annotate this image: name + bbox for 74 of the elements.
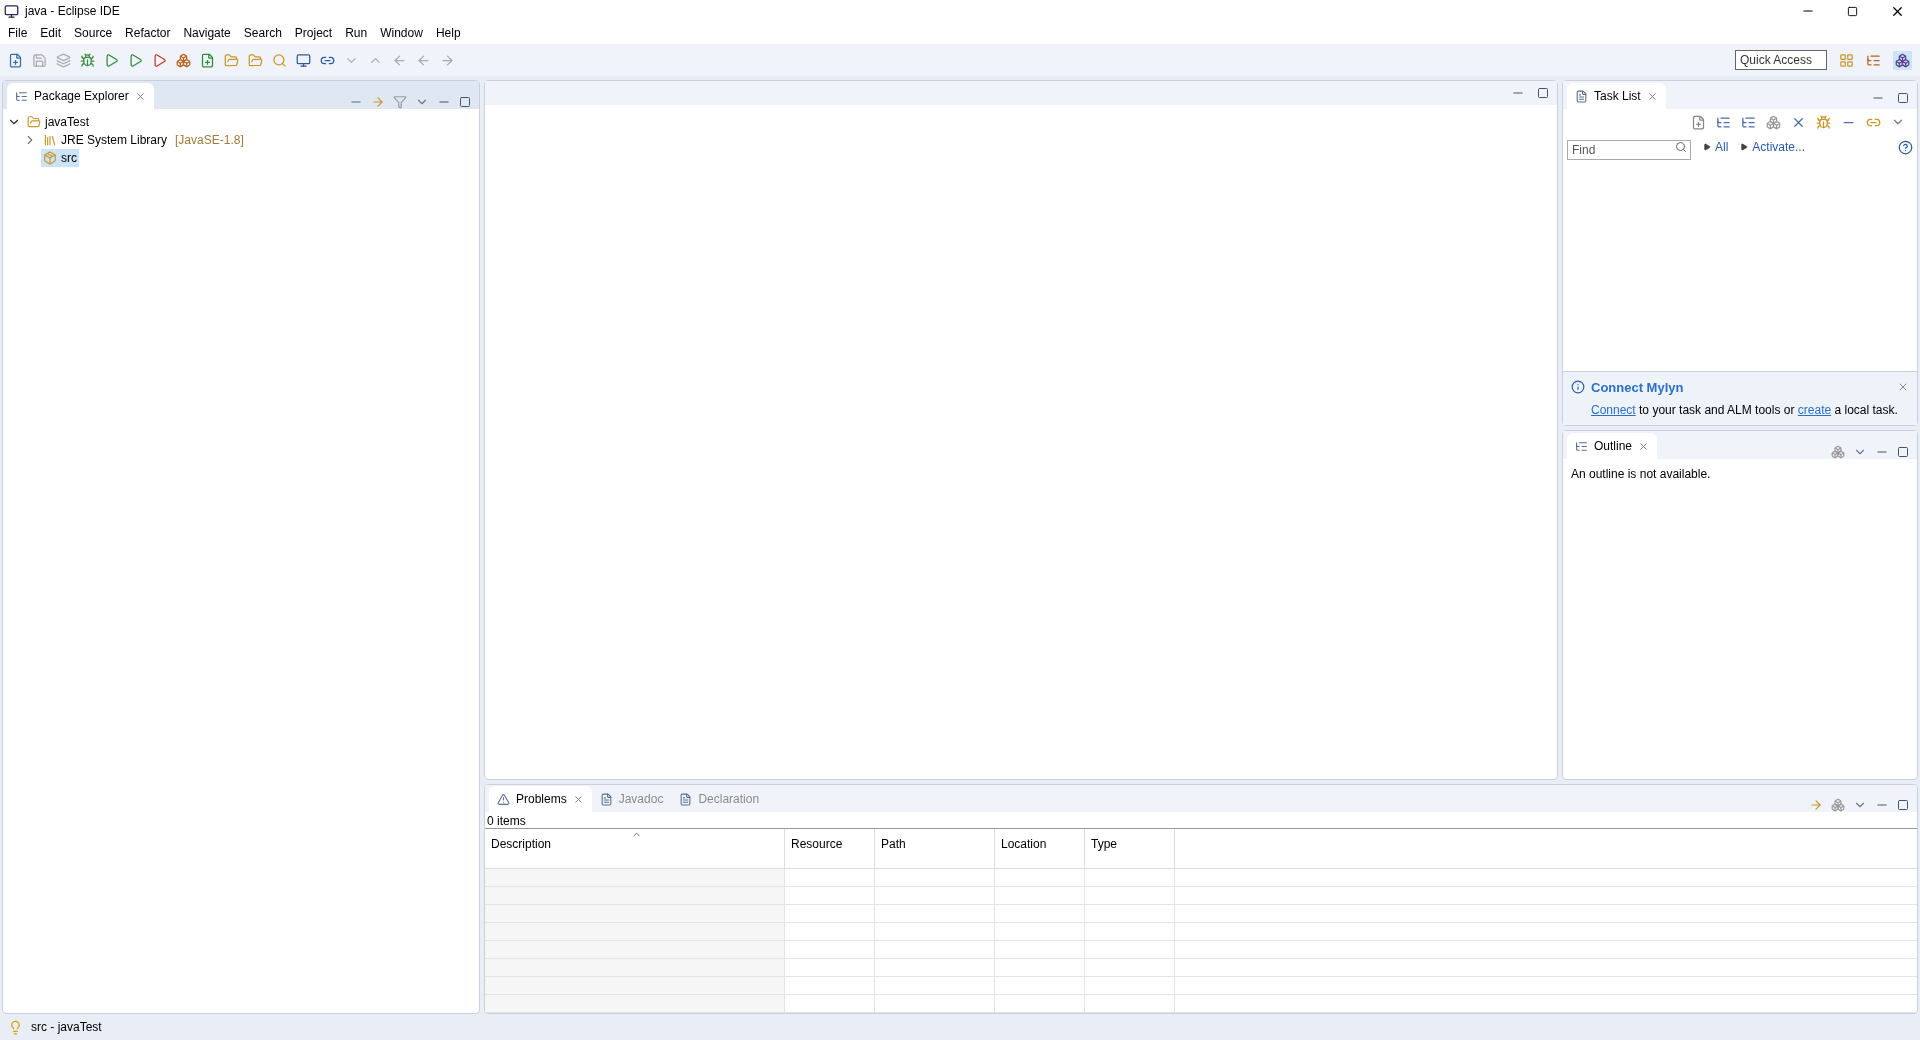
menu-item[interactable]: Search [243, 24, 282, 42]
banner-text: to your task and ALM tools or [1638, 403, 1796, 417]
save-icon[interactable] [32, 52, 47, 68]
menu-item[interactable]: Refactor [125, 24, 171, 42]
back-icon[interactable] [416, 52, 431, 68]
view-tab[interactable]: Task List [1567, 83, 1666, 109]
view-icon[interactable] [679, 792, 693, 806]
run-icon[interactable] [104, 52, 119, 68]
maximize-icon[interactable] [1537, 87, 1549, 99]
expand-arrow-icon[interactable] [1703, 143, 1711, 151]
banner-title: Connect Mylyn [1591, 378, 1685, 397]
folder-icon [27, 115, 41, 129]
column-header[interactable]: Path [875, 829, 995, 868]
tree-item[interactable]: javaTest [25, 113, 92, 131]
search-icon [1675, 141, 1687, 153]
filter-link[interactable]: All [1715, 138, 1729, 156]
window-title: java - Eclipse IDE [25, 3, 120, 20]
menu-item[interactable]: Edit [40, 24, 62, 42]
maximize-icon[interactable] [459, 96, 471, 108]
expand-arrow-icon[interactable] [1740, 143, 1749, 151]
filter-icon[interactable] [393, 95, 407, 109]
outline-message: An outline is not available. [1570, 466, 1712, 483]
filter-link[interactable]: Activate... [1752, 138, 1806, 156]
banner-link[interactable]: Connect [1591, 403, 1636, 417]
maximize-icon[interactable] [1897, 92, 1909, 104]
view-icon[interactable] [1575, 439, 1588, 453]
maximize-icon[interactable] [1897, 446, 1909, 458]
lightbulb-icon [8, 1019, 23, 1035]
new-file-icon[interactable] [8, 52, 23, 68]
column-header[interactable]: Description [485, 829, 785, 868]
menu-item[interactable]: Project [294, 24, 333, 42]
status-text: src - javaTest [31, 1019, 102, 1036]
view-tab[interactable]: Package Explorer [7, 83, 154, 109]
package-icon [43, 151, 57, 165]
banner-link[interactable]: create [1797, 403, 1832, 417]
view-icon[interactable] [15, 89, 28, 103]
close-icon[interactable] [1646, 90, 1658, 102]
menu-item[interactable]: Source [74, 24, 113, 42]
close-icon[interactable] [1638, 440, 1650, 452]
find-field[interactable]: Find [1567, 140, 1691, 160]
tree-item[interactable]: JRE System Library [JavaSE-1.8] [41, 131, 246, 149]
maximize-icon[interactable] [1897, 799, 1909, 811]
menu-item[interactable]: Help [435, 24, 461, 42]
view-tab[interactable]: Problems [489, 786, 592, 812]
column-header[interactable]: Resource [785, 829, 875, 868]
close-icon[interactable] [572, 793, 584, 805]
forward-icon[interactable] [440, 52, 455, 68]
column-header[interactable]: Type [1085, 829, 1175, 868]
open-folder-icon[interactable] [248, 52, 263, 68]
close-icon[interactable] [134, 90, 146, 102]
view-icon[interactable] [1575, 89, 1588, 103]
banner-text: a local task. [1833, 403, 1898, 417]
tree-item-decoration: [JavaSE-1.8] [175, 132, 244, 149]
search-icon[interactable] [272, 52, 287, 68]
info-icon [1571, 380, 1585, 395]
view-icon[interactable] [599, 792, 613, 806]
item-count: 0 items [486, 813, 527, 828]
menu-item[interactable]: Run [345, 24, 368, 42]
quick-access-field[interactable]: Quick Access [1735, 50, 1827, 70]
help-icon[interactable] [1898, 139, 1913, 155]
bug-icon[interactable] [80, 52, 95, 68]
view-icon[interactable] [497, 792, 510, 806]
menu-item[interactable]: Window [380, 24, 423, 42]
restore-icon [1847, 5, 1858, 17]
menu-item[interactable]: Navigate [183, 24, 231, 42]
monitor-icon[interactable] [296, 52, 311, 68]
new-task-icon[interactable] [1691, 114, 1706, 130]
column-header[interactable]: Location [995, 829, 1085, 868]
new-class-icon[interactable] [200, 52, 215, 68]
books-icon [43, 133, 57, 147]
view-tab[interactable]: Outline [1567, 433, 1658, 459]
app-icon [4, 3, 19, 19]
tree-item[interactable]: src [41, 149, 79, 167]
menu-item[interactable]: File [8, 24, 28, 42]
